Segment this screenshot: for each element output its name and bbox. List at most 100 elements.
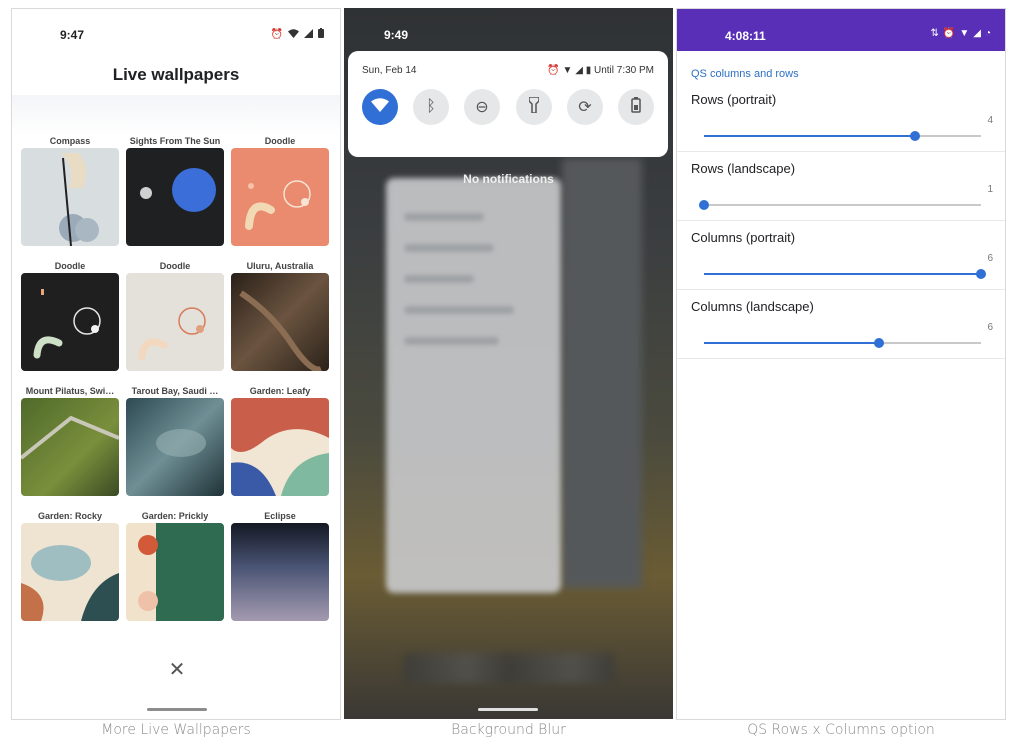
blurred-background-shape (562, 158, 642, 588)
quick-settings-panel: Sun, Feb 14 ⏰ ▼ ◢ ▮ Until 7:30 PM ᛒ ⊖ ⟳ (348, 51, 668, 157)
auto-rotate-icon: ⟳ (578, 99, 592, 116)
wallpaper-tile[interactable]: Sights From The Sun (126, 134, 224, 246)
wallpaper-thumbnail[interactable] (126, 148, 224, 246)
alarm-icon: ⏰ (547, 65, 563, 76)
bluetooth-icon: ᛒ (426, 98, 436, 115)
wallpaper-thumbnail[interactable] (231, 148, 329, 246)
caption-qs-rows-columns: QS Rows x Columns option (747, 722, 935, 738)
pref-columns-portrait: Columns (portrait) 6 (677, 221, 1005, 290)
slider-thumb[interactable] (873, 338, 884, 348)
wallpaper-label: Mount Pilatus, Swi… (25, 386, 115, 396)
wallpaper-thumbnail[interactable] (231, 273, 329, 371)
status-time: 9:49 (384, 28, 409, 42)
slider-thumb[interactable] (976, 269, 986, 279)
do-not-disturb-icon: ⊖ (475, 99, 489, 116)
wallpaper-label: Garden: Rocky (37, 511, 103, 521)
flashlight-icon (528, 95, 540, 118)
caption-background-blur: Background Blur (451, 722, 566, 738)
wallpaper-tile[interactable]: Garden: Rocky (21, 509, 119, 621)
qs-rows-columns-screen: 4:08:11 ⇅ ⏰ ▼ ◢ ◔ QS columns and rows Ro… (676, 8, 1006, 720)
wallpaper-tile[interactable]: Doodle (126, 259, 224, 371)
pref-title: Columns (landscape) (691, 299, 814, 314)
slider-track[interactable] (704, 338, 981, 348)
wallpaper-tile[interactable]: Mount Pilatus, Swi… (21, 384, 119, 496)
wallpaper-tile[interactable]: Eclipse (231, 509, 329, 621)
wallpaper-thumbnail[interactable] (21, 273, 119, 371)
wallpaper-tile[interactable]: Tarout Bay, Saudi … (126, 384, 224, 496)
wallpaper-label: Sights From The Sun (129, 136, 221, 146)
section-title: QS columns and rows (691, 68, 799, 80)
pref-value: 4 (987, 115, 993, 126)
flashlight-tile[interactable] (516, 89, 552, 125)
blurred-app-card (386, 178, 561, 593)
slider-thumb[interactable] (909, 131, 920, 141)
close-icon[interactable]: ✕ (167, 657, 187, 682)
data-saver-icon: ◔ (984, 28, 991, 39)
pref-value: 6 (987, 322, 993, 333)
signal-icon: ◢ (575, 65, 586, 76)
pref-title: Rows (landscape) (691, 161, 796, 176)
wallpaper-label: Compass (49, 136, 91, 146)
wallpaper-tile[interactable]: Uluru, Australia (231, 259, 329, 371)
wallpaper-tile[interactable]: Compass (21, 134, 119, 246)
wallpaper-tile[interactable]: Garden: Prickly (126, 509, 224, 621)
blurred-text-line (404, 337, 499, 345)
blurred-text-line (404, 244, 494, 252)
do-not-disturb-tile[interactable]: ⊖ (464, 89, 500, 125)
battery-until-text: Until 7:30 PM (593, 65, 654, 76)
status-bar: 4:08:11 ⇅ ⏰ ▼ ◢ ◔ (677, 9, 1005, 51)
wifi-icon (288, 28, 299, 41)
slider-track[interactable] (699, 200, 981, 210)
pref-title: Rows (portrait) (691, 92, 777, 107)
wallpaper-thumbnail[interactable] (126, 523, 224, 621)
alarm-icon: ⏰ (270, 28, 283, 40)
wallpaper-tile[interactable]: Garden: Leafy (231, 384, 329, 496)
wallpaper-tile[interactable]: Doodle (231, 134, 329, 246)
pref-value: 1 (987, 184, 993, 195)
wallpaper-label: Tarout Bay, Saudi … (131, 386, 219, 396)
battery-icon (318, 28, 324, 41)
blurred-dock (404, 653, 614, 683)
qs-date: Sun, Feb 14 (362, 65, 417, 76)
wallpaper-thumbnail[interactable] (21, 148, 119, 246)
wifi-tile[interactable] (362, 89, 398, 125)
live-wallpapers-screen: 9:47 ⏰ Live wallpapers Compass Sights Fr… (11, 8, 341, 720)
status-icons: ⏰ (271, 28, 324, 41)
wallpaper-label: Doodle (54, 261, 86, 271)
wifi-icon: ▼ (959, 28, 970, 39)
status-bar: 9:47 ⏰ (12, 9, 340, 49)
alarm-icon: ⏰ (942, 28, 956, 39)
no-notifications-label: No notifications (463, 172, 554, 186)
slider-fill (704, 273, 981, 275)
bluetooth-tile[interactable]: ᛒ (413, 89, 449, 125)
auto-rotate-tile[interactable]: ⟳ (567, 89, 603, 125)
wallpaper-thumbnail[interactable] (21, 398, 119, 496)
slider-thumb[interactable] (699, 200, 709, 210)
slider-fill (704, 342, 879, 344)
status-time: 4:08:11 (725, 29, 766, 43)
slider-track[interactable] (704, 269, 986, 279)
wifi-icon (371, 97, 389, 117)
blurred-text-line (404, 306, 514, 314)
wallpaper-tile[interactable]: Doodle (21, 259, 119, 371)
background-blur-screen: 9:49 Sun, Feb 14 ⏰ ▼ ◢ ▮ Until 7:30 PM ᛒ… (344, 8, 673, 719)
battery-icon: ▮ (585, 65, 594, 76)
home-indicator (147, 708, 207, 711)
wallpaper-thumbnail[interactable] (231, 398, 329, 496)
wallpaper-thumbnail[interactable] (126, 398, 224, 496)
page-title: Live wallpapers (112, 65, 240, 84)
pref-value: 6 (987, 253, 993, 264)
home-indicator (478, 708, 538, 711)
slider-fill (704, 135, 915, 137)
wallpaper-thumbnail[interactable] (126, 273, 224, 371)
battery-saver-icon (631, 96, 641, 118)
wallpaper-thumbnail[interactable] (231, 523, 329, 621)
battery-saver-tile[interactable] (618, 89, 654, 125)
status-time: 9:47 (60, 28, 85, 42)
header-shadow (12, 95, 340, 135)
wallpaper-label: Garden: Prickly (141, 511, 209, 521)
blurred-text-line (404, 275, 474, 283)
slider-track[interactable] (704, 131, 981, 141)
wallpaper-thumbnail[interactable] (21, 523, 119, 621)
qs-status: ⏰ ▼ ◢ ▮ Until 7:30 PM (547, 65, 654, 76)
